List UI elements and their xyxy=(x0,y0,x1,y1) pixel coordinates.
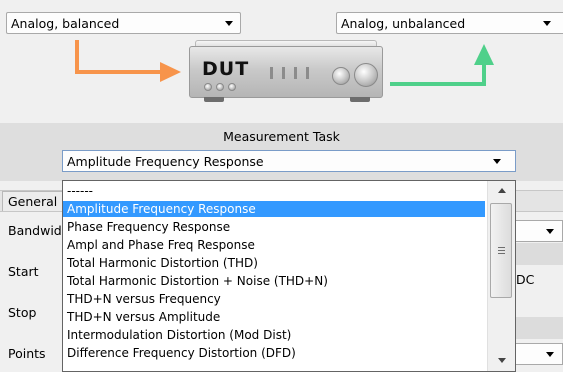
grip-icon xyxy=(498,253,505,254)
chevron-down-icon xyxy=(546,229,554,234)
tab-general-label: General xyxy=(8,194,58,209)
dut-fader-icon xyxy=(282,67,285,79)
start-unit-value: DC xyxy=(516,272,535,287)
dut-foot xyxy=(350,97,370,102)
input-arrow-icon xyxy=(75,40,181,82)
dut-led-icon xyxy=(204,83,212,91)
dropdown-option[interactable]: Ampl and Phase Freq Response xyxy=(63,237,485,253)
dropdown-option[interactable]: ------ xyxy=(63,183,485,199)
dut-knob-icon xyxy=(332,67,350,85)
scroll-up-button[interactable] xyxy=(488,181,515,199)
start-label: Start xyxy=(8,264,39,279)
chevron-down-icon xyxy=(498,358,506,363)
dut-led-icon xyxy=(216,83,224,91)
dropdown-option[interactable]: Difference Frequency Distortion (DFD) xyxy=(63,345,485,361)
dropdown-scrollbar[interactable] xyxy=(487,181,515,371)
chevron-down-icon xyxy=(493,159,501,164)
dropdown-option[interactable]: Total Harmonic Distortion (THD) xyxy=(63,255,485,271)
chevron-down-icon xyxy=(546,352,554,357)
dropdown-option[interactable]: Phase Frequency Response xyxy=(63,219,485,235)
measurement-task-title: Measurement Task xyxy=(223,129,340,144)
dropdown-option[interactable]: Intermodulation Distortion (Mod Dist) xyxy=(63,327,485,343)
measurement-task-dropdown[interactable]: ------ Amplitude Frequency Response Phas… xyxy=(62,180,516,372)
scroll-thumb[interactable] xyxy=(490,203,512,298)
chevron-up-icon xyxy=(498,188,506,193)
stop-label: Stop xyxy=(8,305,37,320)
dropdown-option[interactable]: THD+N versus Amplitude xyxy=(63,309,485,325)
dut-knob-icon xyxy=(354,63,378,87)
measurement-task-select-value: Amplitude Frequency Response xyxy=(67,154,264,169)
dut-led-icon xyxy=(228,83,236,91)
scroll-down-button[interactable] xyxy=(488,352,515,370)
dut-device-icon: DUT xyxy=(189,46,383,98)
measurement-task-select[interactable]: Amplitude Frequency Response xyxy=(62,150,516,172)
dut-foot xyxy=(204,97,224,102)
output-arrow-icon xyxy=(390,44,494,86)
dropdown-option-selected[interactable]: Amplitude Frequency Response xyxy=(63,201,485,217)
dut-fader-icon xyxy=(294,67,297,79)
dropdown-option[interactable]: THD+N versus Frequency xyxy=(63,291,485,307)
dut-fader-icon xyxy=(306,67,309,79)
points-label: Points xyxy=(8,346,46,361)
dut-fader-icon xyxy=(270,67,273,79)
dropdown-option[interactable]: Total Harmonic Distortion + Noise (THD+N… xyxy=(63,273,485,289)
grip-icon xyxy=(498,247,505,248)
grip-icon xyxy=(498,250,505,251)
dut-label: DUT xyxy=(202,58,250,80)
